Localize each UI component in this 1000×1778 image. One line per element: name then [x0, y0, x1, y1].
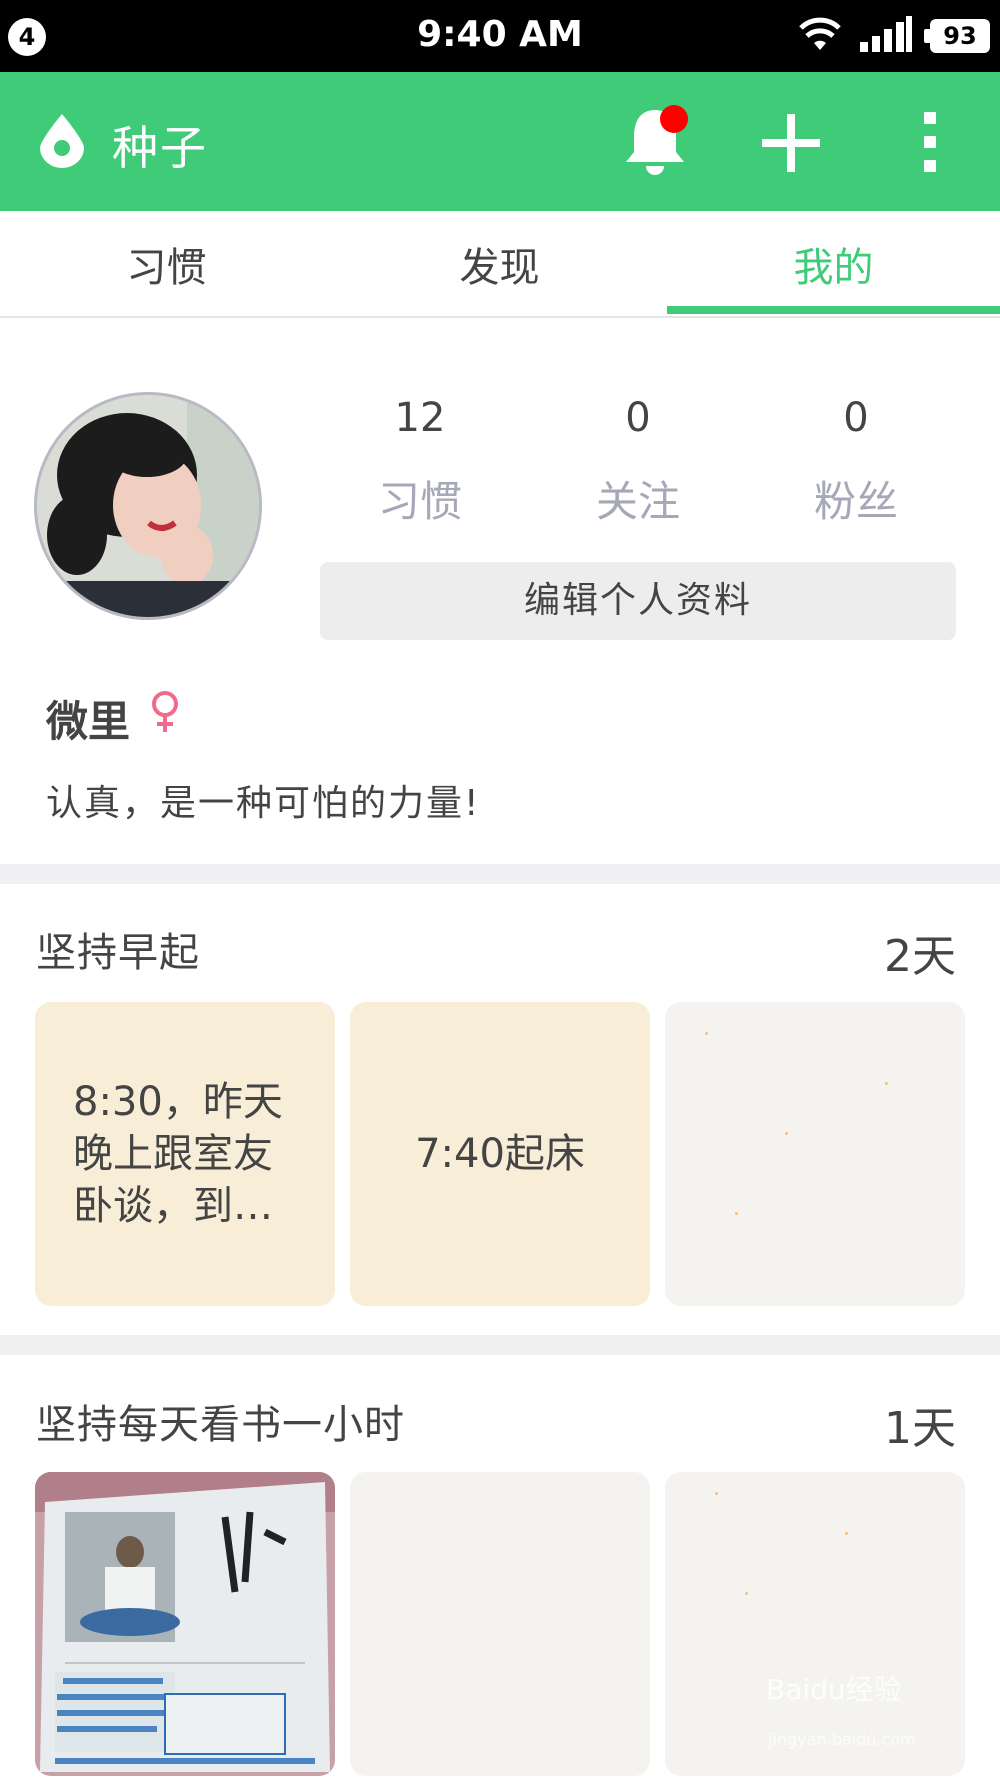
status-clock: 9:40 AM: [417, 14, 583, 55]
profile-bio: 认真，是一种可怕的力量!: [46, 783, 481, 824]
checkin-note: [665, 1002, 965, 1306]
stat-following-value[interactable]: 0: [548, 395, 728, 441]
stat-habits-label[interactable]: 习惯: [330, 468, 510, 529]
app-title: 种子: [112, 121, 208, 175]
app-bar: 种子: [0, 72, 1000, 211]
seed-logo-icon: [40, 114, 84, 168]
habit-checkin-card[interactable]: [665, 1002, 965, 1306]
tab-mine[interactable]: 我的: [667, 235, 1000, 293]
female-gender-icon: [152, 691, 178, 732]
checkin-note: [350, 1472, 650, 1776]
tab-bar: 习惯 发现 我的: [0, 211, 1000, 318]
tab-discover[interactable]: 发现: [333, 235, 666, 293]
stat-habits-value[interactable]: 12: [330, 395, 510, 441]
book-photo: [35, 1472, 335, 1776]
habit-title[interactable]: 坚持早起: [36, 920, 200, 978]
signal-icon: [860, 16, 912, 52]
habit-streak-days: 2天: [884, 931, 956, 982]
active-tab-indicator: [667, 306, 1000, 314]
baidu-watermark: Baidu经验: [766, 1673, 902, 1706]
habit-checkin-card[interactable]: 7:40起床: [350, 1002, 650, 1306]
habit-title[interactable]: 坚持每天看书一小时: [36, 1392, 405, 1450]
stat-fans-value[interactable]: 0: [766, 395, 946, 441]
edit-profile-button[interactable]: 编辑个人资料: [320, 562, 956, 640]
battery-indicator: 93: [924, 19, 990, 53]
stat-fans-label[interactable]: 粉丝: [766, 468, 946, 529]
add-icon[interactable]: [760, 112, 822, 174]
section-divider: [0, 1335, 1000, 1355]
habit-checkin-card[interactable]: [350, 1472, 650, 1776]
status-bar: 4 9:40 AM 93: [0, 0, 1000, 72]
avatar-portrait: [37, 395, 259, 617]
checkin-note: 7:40起床: [415, 1131, 585, 1177]
avatar[interactable]: [34, 392, 262, 620]
habit-checkin-card[interactable]: [35, 1472, 335, 1776]
checkin-note: 8:30，昨天晚上跟室友卧谈，到…: [73, 1079, 283, 1229]
more-menu-icon[interactable]: [915, 110, 945, 174]
habit-checkin-card[interactable]: 8:30，昨天晚上跟室友卧谈，到…: [35, 1002, 335, 1306]
wifi-icon: [799, 17, 841, 50]
username: 微里: [46, 697, 131, 746]
section-divider: [0, 864, 1000, 884]
habit-streak-days: 1天: [884, 1403, 956, 1454]
stat-following-label[interactable]: 关注: [548, 468, 728, 529]
unread-dot: [660, 105, 688, 133]
baidu-watermark-url: jingyan.baidu.com: [768, 1730, 916, 1749]
tab-habits[interactable]: 习惯: [0, 235, 333, 293]
